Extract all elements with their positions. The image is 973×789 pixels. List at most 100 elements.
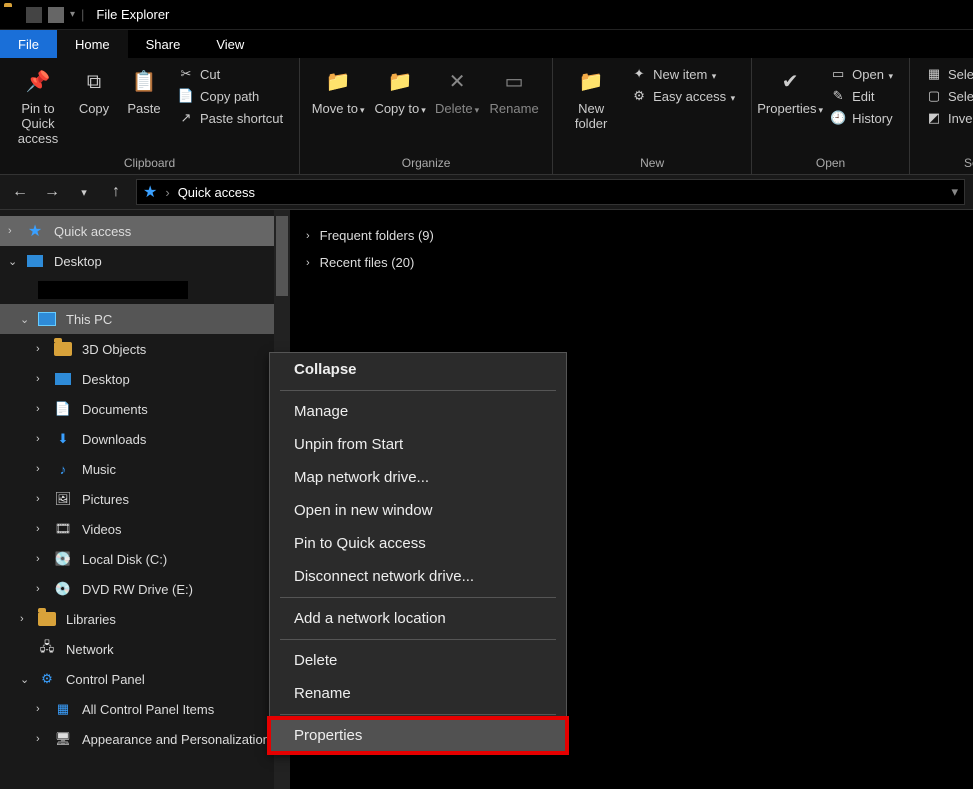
group-frequent-folders[interactable]: › Frequent folders (9) <box>306 222 957 249</box>
tab-home[interactable]: Home <box>57 30 128 58</box>
sidebar-item-local-disk[interactable]: ›💽Local Disk (C:) <box>0 544 290 574</box>
new-folder-button[interactable]: 📁New folder <box>561 62 621 136</box>
ctx-disconnect[interactable]: Disconnect network drive... <box>270 560 566 593</box>
qat-icon-2[interactable] <box>48 7 64 23</box>
ctx-delete[interactable]: Delete <box>270 644 566 677</box>
scrollbar-thumb[interactable] <box>276 216 288 296</box>
invert-selection-button[interactable]: ◩Invert selection <box>922 108 973 128</box>
ctx-unpin[interactable]: Unpin from Start <box>270 428 566 461</box>
chevron-right-icon[interactable]: › <box>36 343 50 355</box>
sidebar-item-appearance[interactable]: ›🖥Appearance and Personalization <box>0 724 290 754</box>
ribbon-group-new: 📁New folder ✦New item ▾ ⚙Easy access ▾ N… <box>553 58 752 174</box>
sidebar-item-this-pc[interactable]: ⌄ This PC <box>0 304 290 334</box>
move-to-button[interactable]: 📁Move to▾ <box>308 62 368 121</box>
sidebar-item-network[interactable]: 🖧Network <box>0 634 290 664</box>
cpanel-items-icon: ▦ <box>54 700 72 718</box>
chevron-right-icon[interactable]: › <box>36 523 50 535</box>
pin-label: Pin to Quick access <box>10 102 66 147</box>
group-recent-files[interactable]: › Recent files (20) <box>306 249 957 276</box>
sidebar-item-desktop[interactable]: ›Desktop <box>0 364 290 394</box>
nav-back-button[interactable]: ← <box>8 180 32 204</box>
chevron-right-icon[interactable]: › <box>36 493 50 505</box>
nav-forward-button[interactable]: → <box>40 180 64 204</box>
selectall-icon: ▦ <box>926 66 942 82</box>
chevron-right-icon[interactable]: › <box>36 553 50 565</box>
group-label-select: Select <box>918 154 973 172</box>
chevron-right-icon[interactable]: › <box>36 433 50 445</box>
address-location[interactable]: Quick access <box>178 185 255 200</box>
address-bar[interactable]: ★ › Quick access ▾ <box>136 179 965 205</box>
copy-path-button[interactable]: 📄Copy path <box>174 86 287 106</box>
copy-button[interactable]: ⧉ Copy <box>70 62 118 121</box>
thispc-label: This PC <box>66 312 112 327</box>
newfolder-label: New folder <box>563 102 619 132</box>
tab-file[interactable]: File <box>0 30 57 58</box>
delete-button[interactable]: ✕Delete▾ <box>432 62 482 121</box>
chevron-right-icon[interactable]: › <box>20 613 34 625</box>
sidebar-item-music[interactable]: ›♪Music <box>0 454 290 484</box>
tab-share[interactable]: Share <box>128 30 199 58</box>
chevron-right-icon[interactable]: › <box>306 230 310 242</box>
ctx-add-location[interactable]: Add a network location <box>270 602 566 635</box>
ctx-rename[interactable]: Rename <box>270 677 566 710</box>
sidebar-item-redacted[interactable] <box>0 276 290 304</box>
ctx-properties[interactable]: Properties <box>270 719 566 752</box>
address-dropdown-icon[interactable]: ▾ <box>951 184 958 200</box>
sidebar-item-documents[interactable]: ›📄Documents <box>0 394 290 424</box>
ctx-map-drive[interactable]: Map network drive... <box>270 461 566 494</box>
ctx-manage[interactable]: Manage <box>270 395 566 428</box>
select-all-button[interactable]: ▦ Select all <box>922 64 973 84</box>
qat-dropdown[interactable]: ▾ <box>70 9 75 20</box>
chevron-down-icon[interactable]: ⌄ <box>8 255 22 268</box>
label-cp: Control Panel <box>66 672 145 687</box>
nav-recent-button[interactable]: ▾ <box>72 180 96 204</box>
label-docs: Documents <box>82 402 148 417</box>
ctx-collapse[interactable]: Collapse <box>270 353 566 386</box>
chevron-down-icon[interactable]: ⌄ <box>20 673 34 686</box>
sidebar-item-libraries[interactable]: ›Libraries <box>0 604 290 634</box>
rename-button[interactable]: ▭Rename <box>484 62 544 121</box>
chevron-right-icon[interactable]: › <box>36 703 50 715</box>
history-button[interactable]: 🕘History <box>826 108 897 128</box>
group-label-open: Open <box>760 154 901 172</box>
paste-shortcut-button[interactable]: ↗Paste shortcut <box>174 108 287 128</box>
sidebar-item-dvd[interactable]: ›💿DVD RW Drive (E:) <box>0 574 290 604</box>
tab-view[interactable]: View <box>198 30 262 58</box>
chevron-right-icon[interactable]: › <box>36 403 50 415</box>
edit-button[interactable]: ✎Edit <box>826 86 897 106</box>
ctx-pin-quick[interactable]: Pin to Quick access <box>270 527 566 560</box>
pin-quick-access-button[interactable]: 📌 Pin to Quick access <box>8 62 68 151</box>
chevron-down-icon[interactable]: ⌄ <box>20 313 34 326</box>
open-button[interactable]: ▭Open ▾ <box>826 64 897 84</box>
properties-button[interactable]: ✔Properties▾ <box>760 62 820 121</box>
new-item-button[interactable]: ✦New item ▾ <box>627 64 739 84</box>
sidebar-item-control-panel[interactable]: ⌄ ⚙ Control Panel <box>0 664 290 694</box>
sidebar-item-downloads[interactable]: ›⬇Downloads <box>0 424 290 454</box>
select-none-button[interactable]: ▢Select none <box>922 86 973 106</box>
ctx-open-window[interactable]: Open in new window <box>270 494 566 527</box>
sidebar-item-desktop-root[interactable]: ⌄ Desktop <box>0 246 290 276</box>
selectall-label: Select all <box>948 67 973 82</box>
nav-up-button[interactable]: ↑ <box>104 180 128 204</box>
sidebar-item-videos[interactable]: ›🎞Videos <box>0 514 290 544</box>
copy-to-button[interactable]: 📁Copy to▾ <box>370 62 430 121</box>
label-dvd: DVD RW Drive (E:) <box>82 582 193 597</box>
selectnone-icon: ▢ <box>926 88 942 104</box>
libraries-icon <box>38 610 56 628</box>
cut-button[interactable]: ✂Cut <box>174 64 287 84</box>
easy-access-button[interactable]: ⚙Easy access ▾ <box>627 86 739 106</box>
chevron-right-icon[interactable]: › <box>8 225 22 237</box>
sidebar-item-quick-access[interactable]: › ★ Quick access <box>0 216 290 246</box>
sidebar-item-all-cpanel[interactable]: ›▦All Control Panel Items <box>0 694 290 724</box>
qat-icon-1[interactable] <box>26 7 42 23</box>
chevron-right-icon[interactable]: › <box>36 733 50 745</box>
ribbon: 📌 Pin to Quick access ⧉ Copy 📋 Paste ✂Cu… <box>0 58 973 174</box>
sidebar-item-3d-objects[interactable]: ›3D Objects <box>0 334 290 364</box>
chevron-right-icon[interactable]: › <box>36 463 50 475</box>
sidebar-item-pictures[interactable]: ›🖼Pictures <box>0 484 290 514</box>
chevron-right-icon[interactable]: › <box>306 257 310 269</box>
paste-button[interactable]: 📋 Paste <box>120 62 168 121</box>
cpanel-icon: ⚙ <box>38 670 56 688</box>
chevron-right-icon[interactable]: › <box>36 373 50 385</box>
chevron-right-icon[interactable]: › <box>36 583 50 595</box>
